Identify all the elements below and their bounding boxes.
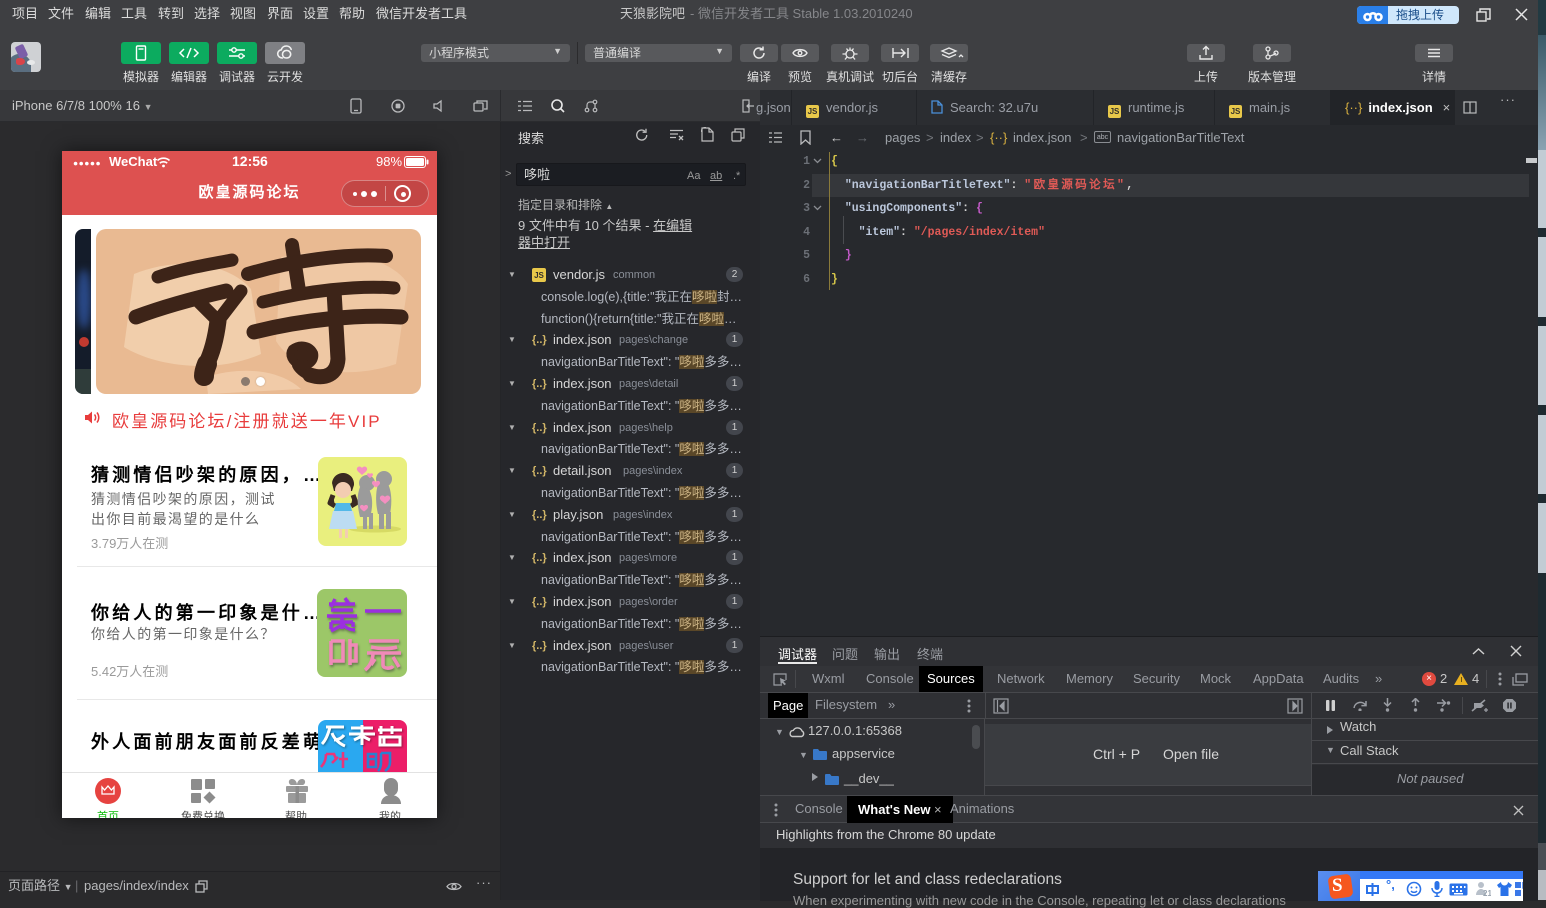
svg-text:21: 21 (1483, 889, 1491, 897)
